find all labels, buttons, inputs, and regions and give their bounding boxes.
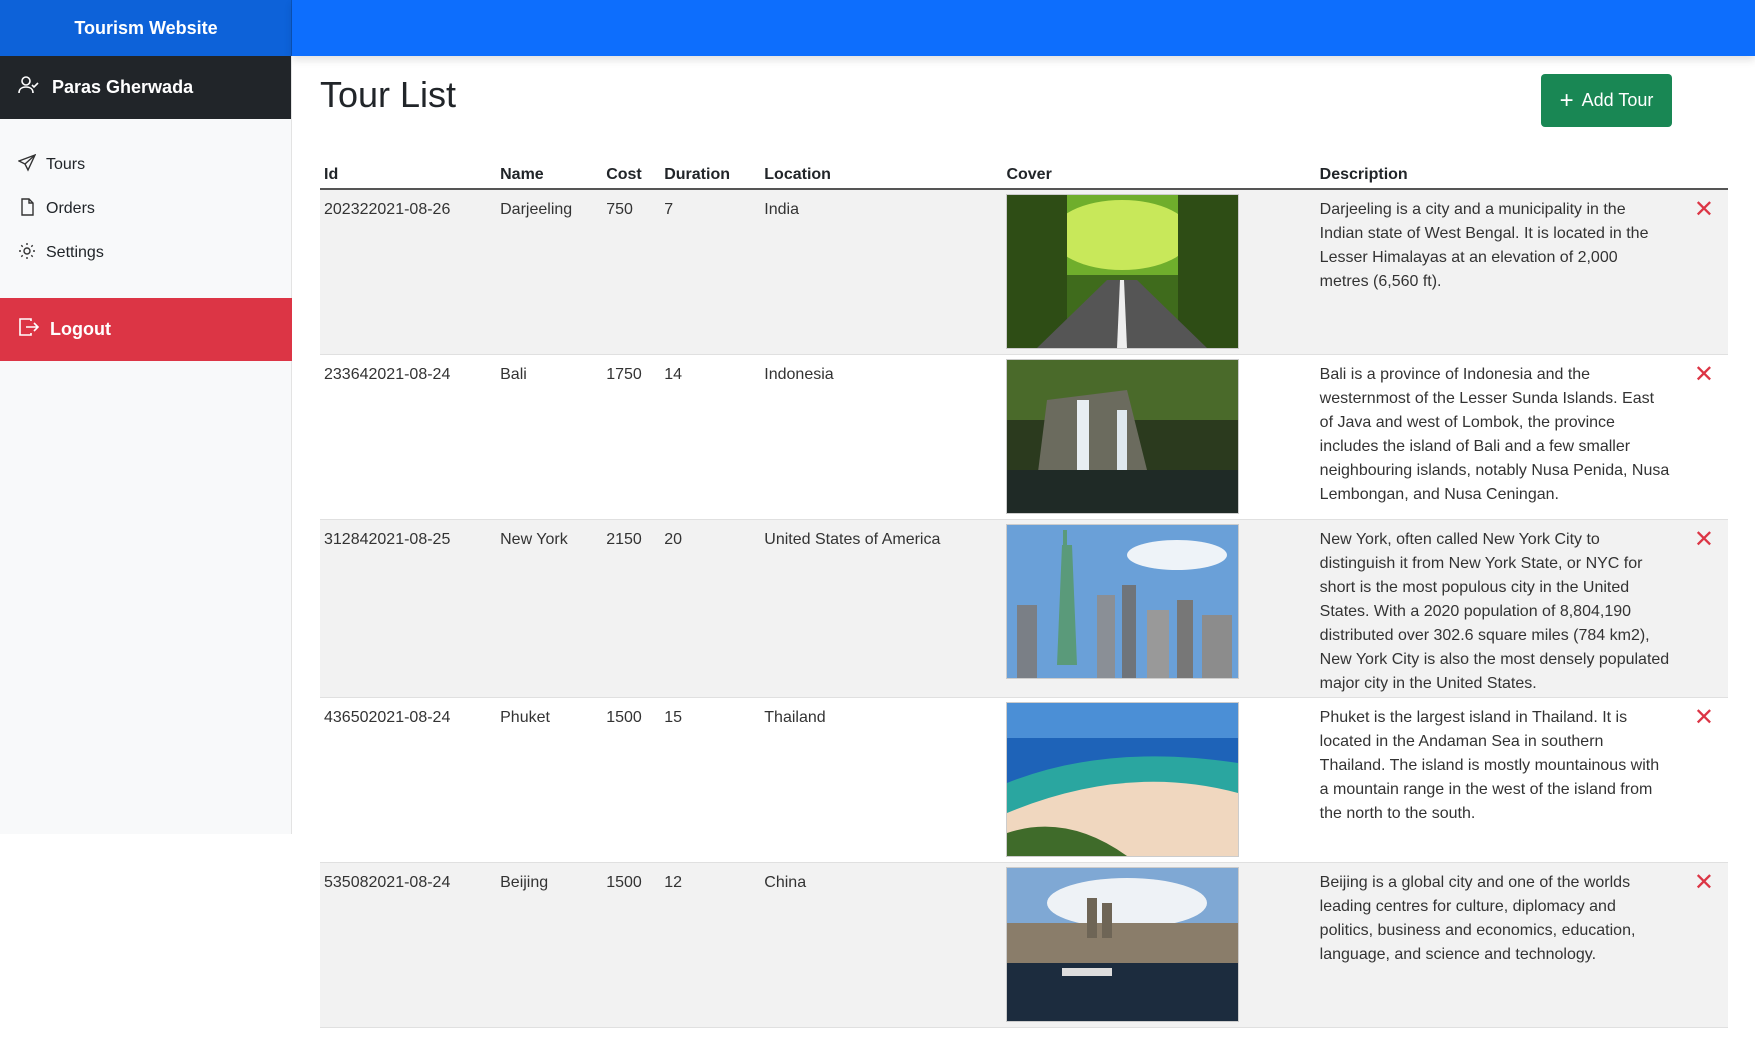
cell-id: 233642021-08-24 [320,354,497,520]
cover-image-waterfall [1006,358,1240,514]
cell-id: 535082021-08-24 [320,862,497,1028]
logout-button[interactable]: Logout [0,298,292,361]
cell-location: India [760,189,1003,355]
sidebar-item-settings[interactable]: Settings [0,231,291,275]
col-duration: Duration [660,160,761,190]
cell-description: Phuket is the largest island in Thailand… [1315,697,1680,863]
delete-icon[interactable]: ✕ [1679,189,1728,355]
col-actions [1679,160,1728,190]
col-id: Id [320,160,497,190]
sidebar: Paras Gherwada Tours Orders Settings Log… [0,56,292,834]
cell-name: Phuket [496,697,603,863]
table-row: 202322021-08-26 Darjeeling 750 7 India D… [320,189,1728,355]
table-row: 535082021-08-24 Beijing 1500 12 China Be… [320,862,1728,1028]
col-description: Description [1315,160,1680,190]
cell-duration: 7 [660,189,761,355]
col-name: Name [496,160,603,190]
user-icon [18,75,52,100]
table-header-row: Id Name Cost Duration Location Cover Des… [320,160,1728,190]
gear-icon [18,242,46,265]
cell-cost: 1750 [602,354,661,520]
cell-id: 436502021-08-24 [320,697,497,863]
delete-icon[interactable]: ✕ [1679,697,1728,863]
tour-table: Id Name Cost Duration Location Cover Des… [320,160,1728,1028]
sidebar-item-orders[interactable]: Orders [0,187,291,231]
cell-location: China [760,862,1003,1028]
cell-name: Beijing [496,862,603,1028]
delete-icon[interactable]: ✕ [1679,354,1728,520]
cell-duration: 12 [660,862,761,1028]
add-tour-label: Add Tour [1581,90,1654,110]
col-location: Location [760,160,1003,190]
cell-name: Bali [496,354,603,520]
plus-icon: + [1559,86,1574,114]
cell-cover [1002,862,1316,1028]
page-title: Tour List [320,74,457,115]
cover-image-forest-road [1006,194,1240,349]
table-row: 312842021-08-25 New York 2150 20 United … [320,519,1728,698]
delete-icon[interactable]: ✕ [1679,519,1728,698]
cell-cover [1002,697,1316,863]
cell-id: 202322021-08-26 [320,189,497,355]
cover-image-river-city [1006,866,1240,1022]
cell-cost: 1500 [602,862,661,1028]
cell-duration: 14 [660,354,761,520]
cell-cost: 2150 [602,519,661,698]
user-name: Paras Gherwada [52,77,194,97]
cell-id: 312842021-08-25 [320,519,497,698]
cell-name: Darjeeling [496,189,603,355]
brand-title[interactable]: Tourism Website [0,0,292,56]
cell-location: Indonesia [760,354,1003,520]
cell-description: Darjeeling is a city and a municipality … [1315,189,1680,355]
sidebar-nav: Tours Orders Settings [0,119,291,275]
sidebar-item-label: Tours [46,156,86,173]
table-row: 436502021-08-24 Phuket 1500 15 Thailand … [320,697,1728,863]
sidebar-item-label: Orders [46,200,95,217]
col-cover: Cover [1002,160,1316,190]
top-navbar [292,0,1755,56]
send-icon [17,153,46,177]
cell-cost: 750 [602,189,661,355]
cell-duration: 15 [660,697,761,863]
add-tour-button[interactable]: + Add Tour [1541,74,1672,127]
sidebar-item-tours[interactable]: Tours [0,143,291,187]
logout-label: Logout [50,319,111,339]
user-bar: Paras Gherwada [0,56,291,119]
cell-duration: 20 [660,519,761,698]
cell-cover [1002,189,1316,355]
cell-cover [1002,354,1316,520]
cover-image-statue-of-liberty [1006,523,1240,679]
cell-description: Bali is a province of Indonesia and the … [1315,354,1680,520]
cover-image-beach [1006,701,1240,857]
logout-icon [18,317,50,342]
cell-location: United States of America [760,519,1003,698]
delete-icon[interactable]: ✕ [1679,862,1728,1028]
cell-cover [1002,519,1316,698]
col-cost: Cost [602,160,661,190]
cell-location: Thailand [760,697,1003,863]
table-row: 233642021-08-24 Bali 1750 14 Indonesia B… [320,354,1728,520]
cell-name: New York [496,519,603,698]
cell-description: Beijing is a global city and one of the … [1315,862,1680,1028]
sidebar-item-label: Settings [46,244,104,261]
cell-description: New York, often called New York City to … [1315,519,1680,698]
file-icon [18,197,46,221]
cell-cost: 1500 [602,697,661,863]
